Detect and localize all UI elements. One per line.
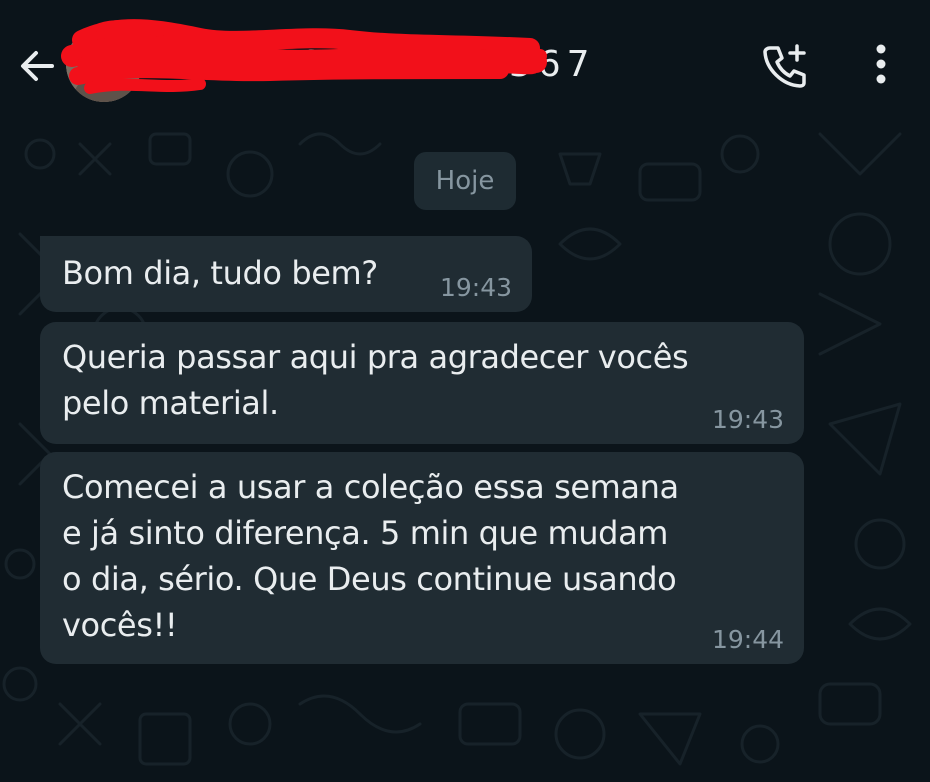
message-bubble[interactable]: Bom dia, tudo bem? 19:43 xyxy=(40,236,532,312)
message-line: pelo material. xyxy=(62,384,279,422)
message-bubble[interactable]: Comecei a usar a coleção essa semana e j… xyxy=(40,452,804,664)
more-options-button[interactable] xyxy=(862,40,900,90)
add-call-button[interactable] xyxy=(760,40,810,90)
back-button[interactable] xyxy=(16,44,60,88)
chat-area[interactable]: Hoje Bom dia, tudo bem? 19:43 Queria pas… xyxy=(0,124,930,782)
message-time: 19:43 xyxy=(711,405,784,434)
message-line: e já sinto diferença. 5 min que mudam xyxy=(62,514,669,552)
message-line: vocês!! xyxy=(62,606,178,644)
date-separator: Hoje xyxy=(414,152,516,210)
message-bubble[interactable]: Queria passar aqui pra agradecer vocês p… xyxy=(40,322,804,444)
phone-add-icon xyxy=(763,44,806,88)
message-text: Comecei a usar a coleção essa semana e j… xyxy=(62,464,679,648)
chat-header: 55 41 9 9312 4367 xyxy=(0,0,930,124)
message-time: 19:43 xyxy=(439,273,512,302)
arrow-left-icon xyxy=(21,51,54,81)
message-line: Comecei a usar a coleção essa semana xyxy=(62,468,679,506)
contact-avatar[interactable] xyxy=(66,26,142,102)
message-line: Bom dia, tudo bem? xyxy=(62,254,378,292)
contact-name[interactable]: 55 41 9 9312 4367 xyxy=(150,44,596,85)
message-line: Queria passar aqui pra agradecer vocês xyxy=(62,338,689,376)
message-time: 19:44 xyxy=(711,625,784,654)
vertical-dots-icon xyxy=(876,44,886,84)
message-line: o dia, sério. Que Deus continue usando xyxy=(62,560,677,598)
message-text: Queria passar aqui pra agradecer vocês p… xyxy=(62,334,689,426)
